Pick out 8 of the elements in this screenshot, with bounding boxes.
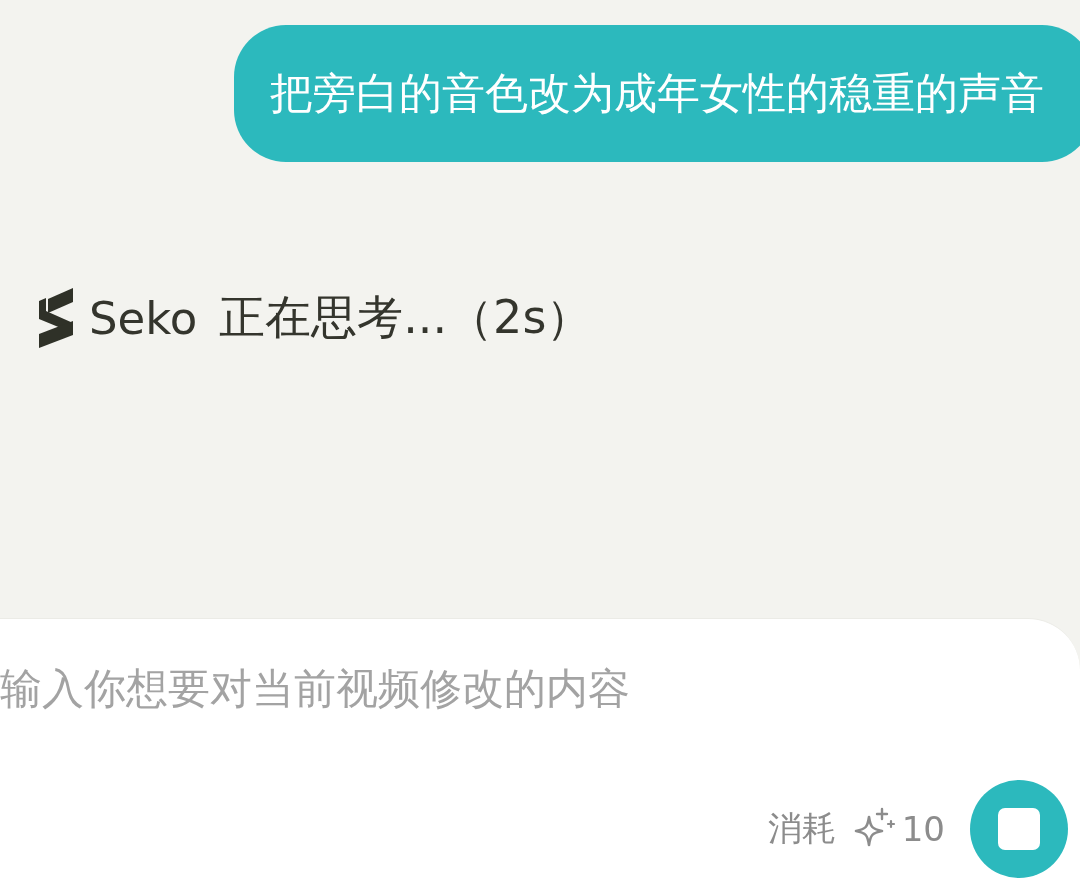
message-input-field[interactable]: 输入你想要对当前视频修改的内容	[0, 661, 900, 715]
cost-value: 10	[901, 809, 945, 849]
logo-icon	[39, 288, 73, 348]
sender-name: Seko	[89, 291, 198, 345]
user-message-bubble: 把旁白的音色改为成年女性的稳重的声音	[234, 25, 1080, 162]
cost-label: 消耗	[767, 807, 836, 850]
stop-icon	[998, 808, 1040, 850]
status-text: 正在思考...（2s）	[219, 289, 593, 346]
